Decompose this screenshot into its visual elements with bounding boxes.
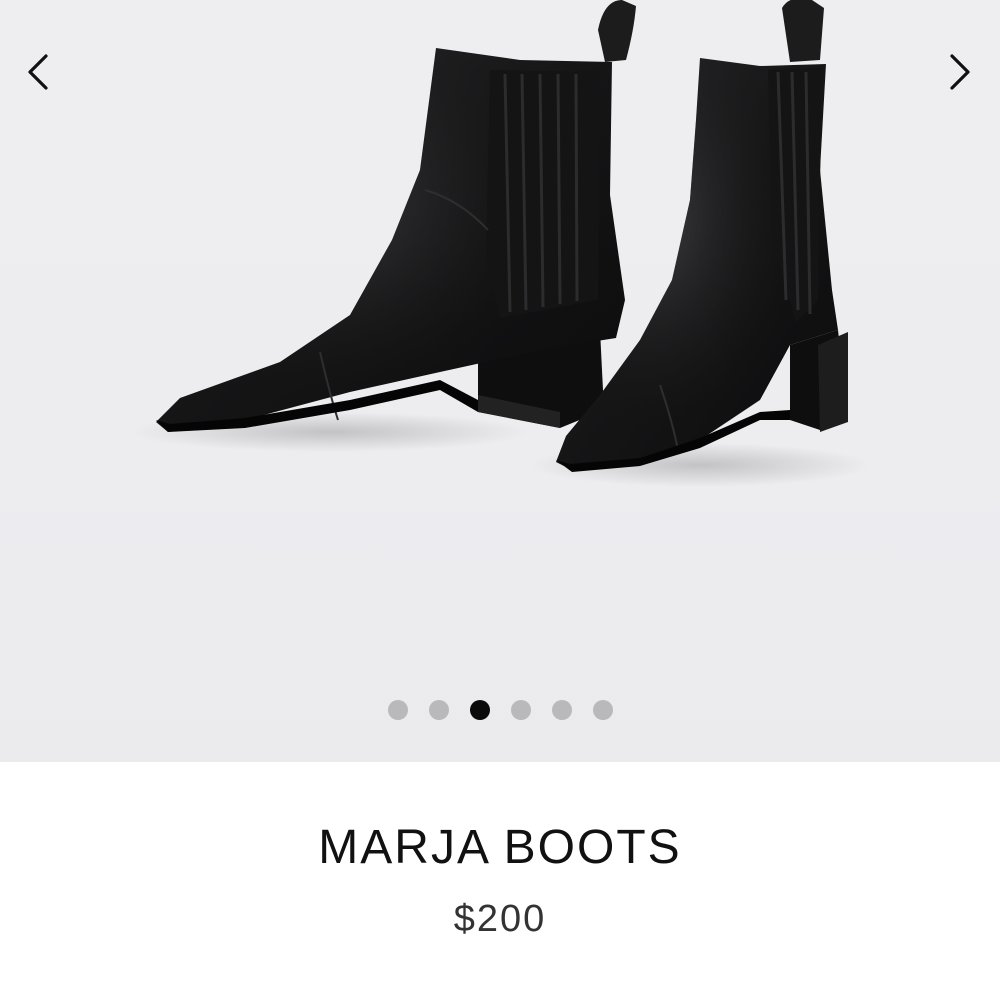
next-image-button[interactable] [936,44,984,100]
left-boot [156,0,636,432]
carousel-dot-active[interactable] [469,700,490,720]
carousel-pagination [0,699,1000,721]
product-info: MARJA BOOTS $200 [0,762,1000,1000]
product-image [130,0,870,487]
image-carousel[interactable] [0,0,1000,762]
chevron-right-icon [950,54,970,90]
chevron-left-icon [28,54,48,90]
carousel-dot[interactable] [592,700,613,720]
previous-image-button[interactable] [14,44,62,100]
product-title: MARJA BOOTS [318,821,682,874]
carousel-dot[interactable] [428,700,449,720]
carousel-dot[interactable] [387,700,408,720]
carousel-dot[interactable] [551,700,572,720]
carousel-dot[interactable] [510,700,531,720]
product-page: MARJA BOOTS $200 [0,0,1000,1000]
product-price: $200 [453,898,547,940]
